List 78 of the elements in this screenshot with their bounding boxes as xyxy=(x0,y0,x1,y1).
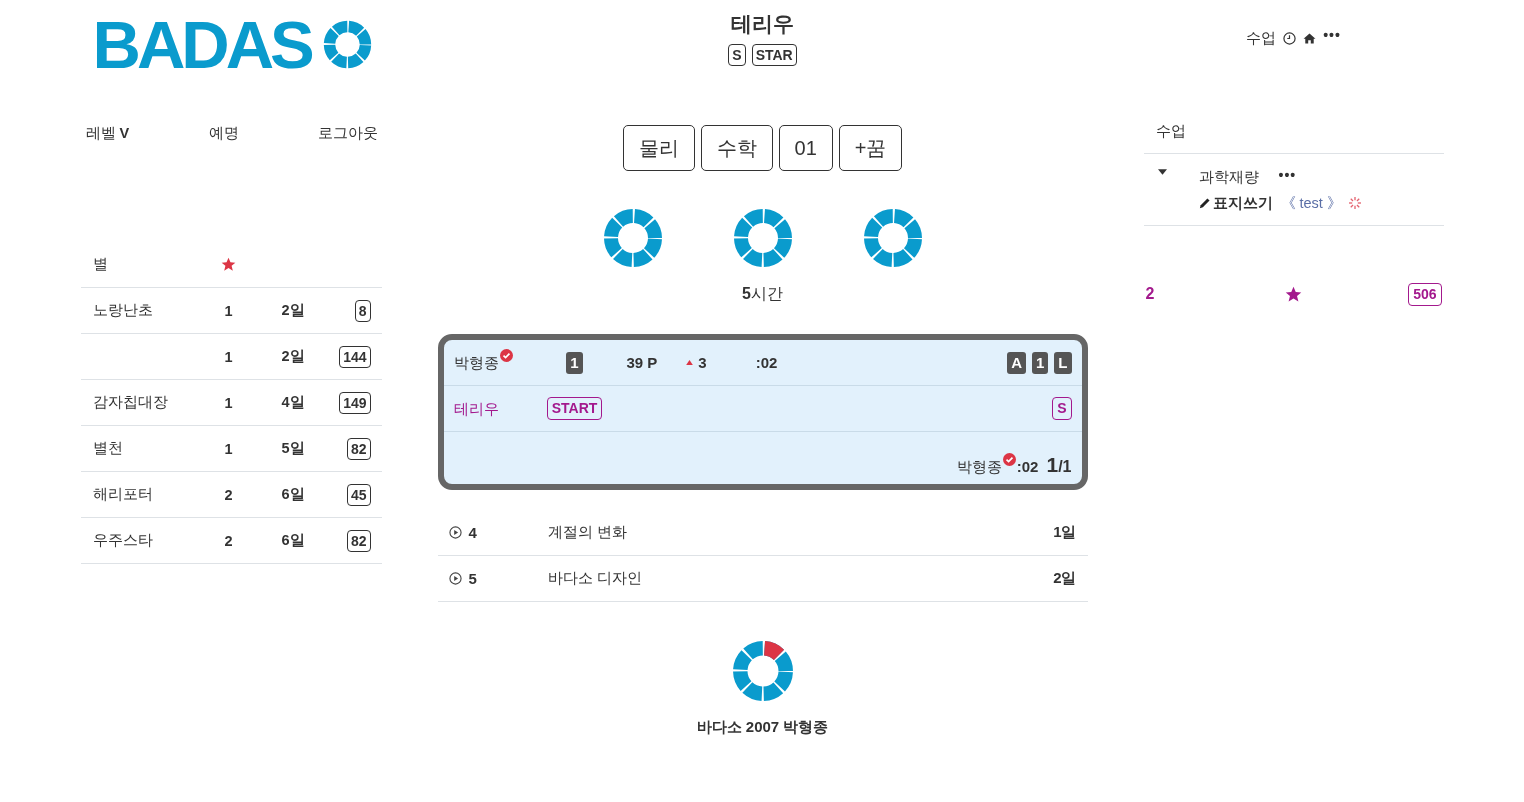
subject-button[interactable]: 물리 xyxy=(622,125,695,171)
lesson-number: 5 xyxy=(468,570,477,587)
rank-badge: 1 xyxy=(566,351,583,374)
lesson-title[interactable]: 계절의 변화 xyxy=(547,523,627,542)
status-badge: START xyxy=(546,397,603,420)
count-cell-text: 1 xyxy=(223,348,234,365)
points-text: 39 P xyxy=(626,354,658,371)
pencil-icon xyxy=(1198,197,1211,209)
count-cell-text: 1 xyxy=(223,440,234,457)
subject-button[interactable]: 01 xyxy=(778,125,833,171)
days-text: 1일 xyxy=(1053,523,1077,542)
ring-icon xyxy=(732,208,793,268)
score-badge: 45 xyxy=(346,483,371,506)
star-icon xyxy=(1285,285,1302,303)
count-cell-text: 1 xyxy=(223,394,234,411)
tag-badge: L xyxy=(1054,351,1072,374)
trend-value: 3 xyxy=(698,354,707,371)
menu-link[interactable]: 로그아웃 xyxy=(318,123,379,143)
duration-text: 5시간 xyxy=(742,284,783,304)
player-name: 해리포터 xyxy=(92,485,154,504)
player-name: 박형종 xyxy=(453,352,499,373)
days-cell: 5일 xyxy=(281,439,305,458)
more-button[interactable]: ••• xyxy=(1323,28,1341,42)
lesson-link[interactable]: 표지쓰기 xyxy=(1212,193,1273,213)
time-text: :02 xyxy=(1016,457,1039,477)
days-cell: 6일 xyxy=(281,531,305,550)
days-text: 2일 xyxy=(1053,569,1077,588)
more-button[interactable]: ••• xyxy=(1278,168,1297,182)
column-header: 별 xyxy=(92,255,109,274)
opponent-name: 테리우 xyxy=(453,398,499,419)
tag-badge: A xyxy=(1007,351,1026,374)
class-title[interactable]: 과학재량 xyxy=(1198,167,1259,187)
title-badge: S xyxy=(728,44,746,66)
count-cell-text: 2 xyxy=(223,532,234,549)
days-cell: 4일 xyxy=(281,393,305,412)
count-cell-text: 1 xyxy=(223,302,234,319)
ring-logo-icon xyxy=(731,640,794,702)
days-cell: 2일 xyxy=(281,347,305,366)
play-circle-icon[interactable] xyxy=(448,572,462,585)
subject-button[interactable]: +꿈 xyxy=(838,125,903,171)
player-name: 우주스타 xyxy=(92,531,154,550)
ring-logo-icon[interactable] xyxy=(322,20,372,69)
score-badge: 82 xyxy=(346,529,371,552)
score-badge: 506 xyxy=(1408,282,1442,306)
score-badge: 149 xyxy=(339,391,371,414)
lesson-title[interactable]: 바다소 디자인 xyxy=(547,569,642,588)
menu-link[interactable]: 예명 xyxy=(208,123,239,143)
page-title: 테리우 xyxy=(731,11,794,37)
home-icon[interactable] xyxy=(1303,32,1317,44)
days-cell: 6일 xyxy=(281,485,305,504)
ring-icon xyxy=(862,208,923,268)
section-title: 수업 xyxy=(1155,122,1186,141)
count-text: 2 xyxy=(1145,285,1155,303)
score-text: 1/1 xyxy=(1046,454,1072,478)
tag-text: 《 test 》 xyxy=(1280,193,1342,213)
player-name: 노랑난초 xyxy=(92,301,154,320)
count-cell-text: 2 xyxy=(223,486,234,503)
player-name: 감자칩대장 xyxy=(92,393,169,412)
score-badge: 82 xyxy=(346,437,371,460)
play-circle-icon[interactable] xyxy=(448,526,462,539)
caret-down-icon[interactable] xyxy=(1157,169,1167,175)
ring-icon xyxy=(602,208,663,268)
grade-badge: S xyxy=(1052,397,1072,420)
menu-link[interactable]: 레벨 V xyxy=(85,123,130,143)
tag-badge: 1 xyxy=(1032,351,1049,374)
clock-icon[interactable] xyxy=(1283,31,1297,45)
days-cell: 2일 xyxy=(281,301,305,320)
subject-button[interactable]: 수학 xyxy=(700,125,773,171)
lesson-number: 4 xyxy=(468,524,477,541)
title-badge: STAR xyxy=(751,44,797,66)
nav-link[interactable]: 수업 xyxy=(1246,28,1277,48)
player-name: 별천 xyxy=(92,439,124,458)
player-name: 박형종 xyxy=(956,457,1002,477)
score-badge: 144 xyxy=(339,345,371,368)
footer-text: 바다소 2007 박형종 xyxy=(696,717,829,737)
time-text: :02 xyxy=(755,354,778,371)
score-badge: 8 xyxy=(354,299,371,322)
star-icon xyxy=(221,257,236,272)
